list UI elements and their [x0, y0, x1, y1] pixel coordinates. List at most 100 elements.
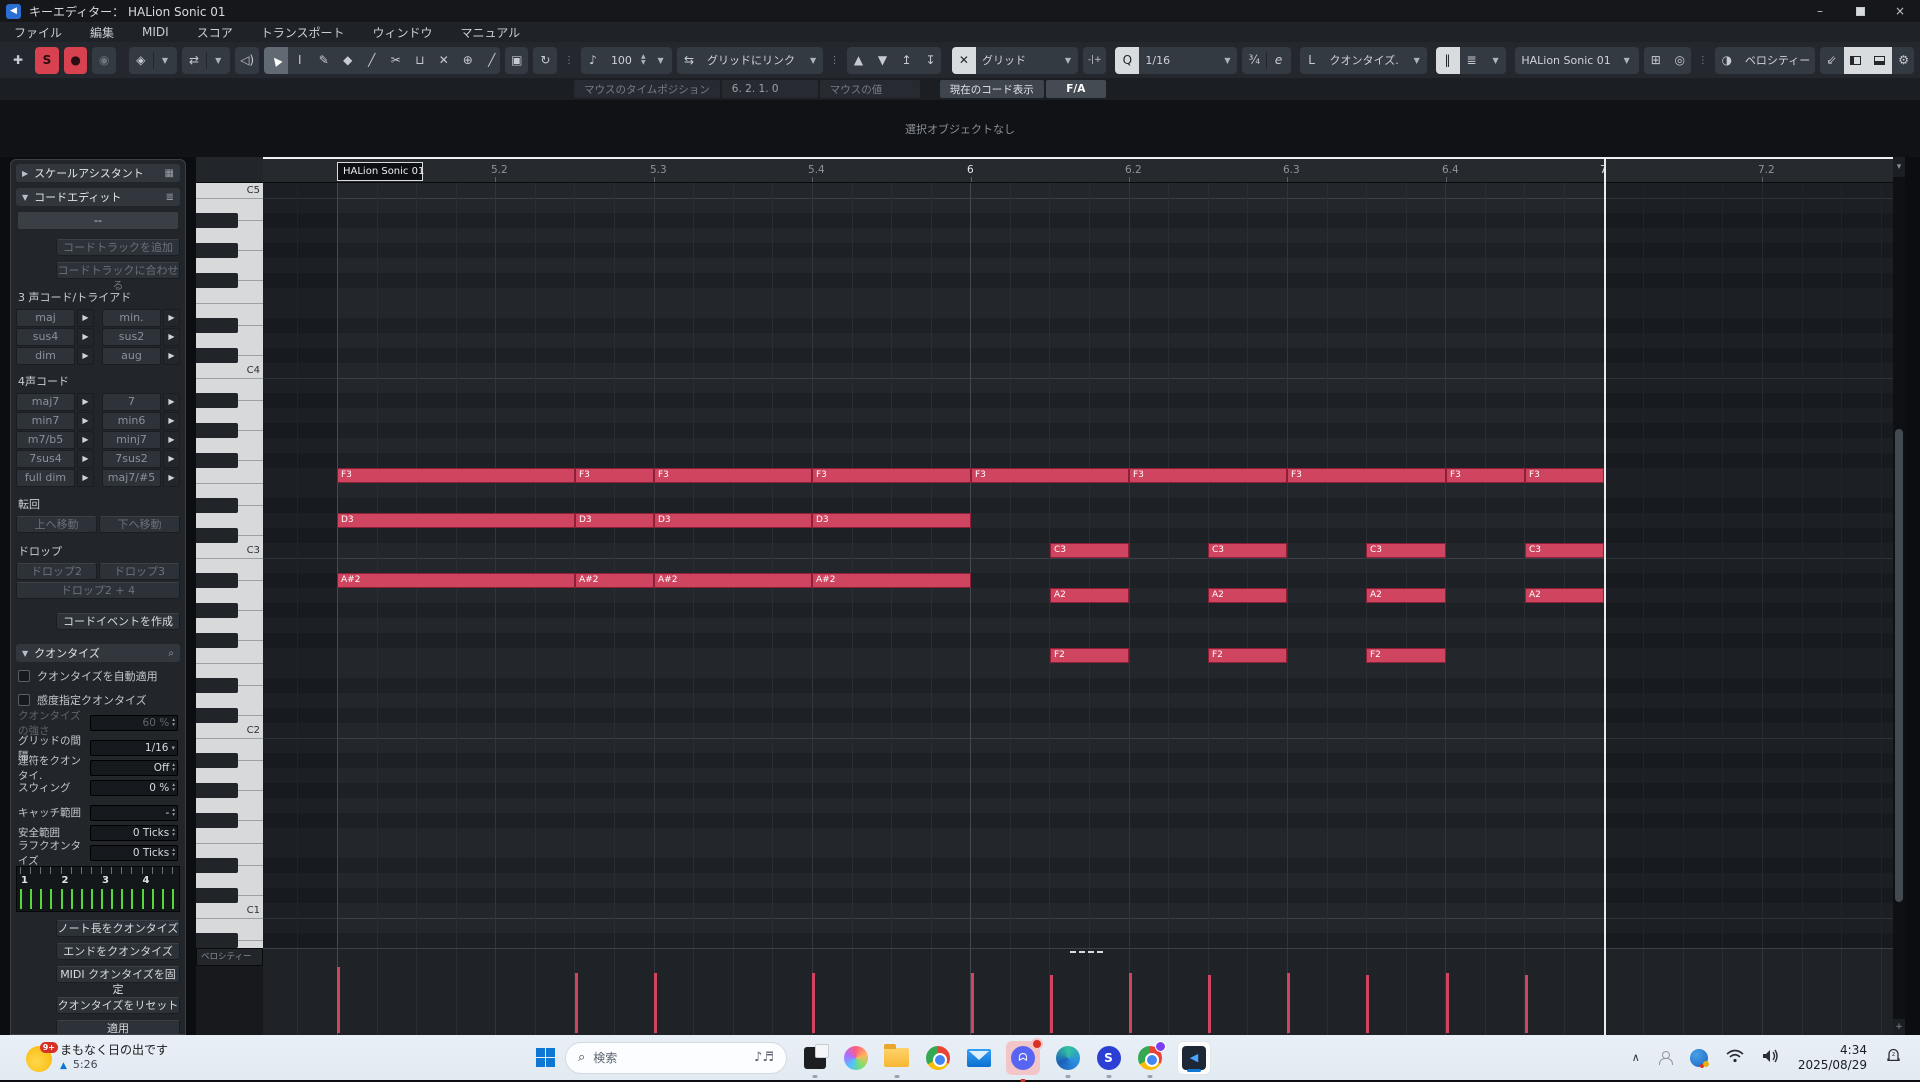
- scrollbar-thumb[interactable]: [1895, 429, 1903, 902]
- mail-icon[interactable]: [965, 1044, 992, 1071]
- midi-note[interactable]: F3: [575, 468, 654, 483]
- midi-note[interactable]: A#2: [812, 573, 971, 588]
- tetrad-min6[interactable]: min6: [102, 412, 161, 430]
- section-quantize[interactable]: ▼ クオンタイズ ⌕: [16, 644, 180, 662]
- iterative-quantize-checkbox[interactable]: 感度指定クオンタイズ: [18, 692, 178, 708]
- tetrad-maj7#5[interactable]: maj7/#5: [102, 469, 161, 487]
- triad-sus4[interactable]: sus4: [16, 328, 75, 346]
- black-key[interactable]: [196, 603, 238, 618]
- autoscroll-caret[interactable]: ▼: [206, 47, 230, 74]
- black-key[interactable]: [196, 888, 238, 903]
- accessibility-icon[interactable]: [1658, 1051, 1672, 1065]
- left-zone-toggle-icon[interactable]: [1844, 47, 1868, 74]
- link-grid-label[interactable]: グリッドにリンク: [701, 52, 801, 68]
- setup-toolbar-gear-icon[interactable]: ⚙: [1892, 47, 1914, 74]
- quantize-action-button[interactable]: MIDI クオンタイズを固定: [56, 966, 180, 983]
- loop-icon[interactable]: ↻: [533, 47, 557, 74]
- tool-line-icon[interactable]: ╱: [480, 47, 500, 74]
- note-grid[interactable]: F3F3F3F3F3F3F3F3F3D3D3D3D3C3C3C3C3A#2A#2…: [263, 183, 1893, 948]
- clock[interactable]: 4:34 2025/08/29: [1798, 1043, 1867, 1073]
- midi-note[interactable]: F3: [654, 468, 812, 483]
- play-chord-icon[interactable]: ▶: [163, 328, 180, 346]
- quantize-row-value[interactable]: 0 Ticks▴▾: [90, 825, 178, 841]
- velocity-bar[interactable]: [971, 973, 974, 1033]
- midi-din-icon[interactable]: ◎: [1668, 47, 1691, 74]
- quantize-row-value[interactable]: Off▴▾: [90, 760, 178, 776]
- midi-note[interactable]: C3: [1050, 543, 1129, 558]
- midi-note[interactable]: F3: [971, 468, 1129, 483]
- record-in-editor-button[interactable]: ●: [64, 47, 88, 74]
- lane-handle-dashes[interactable]: [1079, 951, 1085, 953]
- play-chord-icon[interactable]: ▶: [163, 469, 180, 487]
- chrome-icon[interactable]: [924, 1044, 951, 1071]
- move-up-icon[interactable]: ↥: [895, 47, 919, 74]
- black-key[interactable]: [196, 933, 238, 948]
- midi-note[interactable]: F3: [337, 468, 575, 483]
- tetrad-7sus4[interactable]: 7sus4: [16, 450, 75, 468]
- iterative-quantize-icon[interactable]: e: [1267, 47, 1291, 74]
- midi-note[interactable]: C3: [1208, 543, 1287, 558]
- tetrad-fulldim[interactable]: full dim: [16, 469, 75, 487]
- play-chord-icon[interactable]: ▶: [163, 412, 180, 430]
- velocity-bar[interactable]: [337, 967, 340, 1033]
- solo-editor-button[interactable]: S: [35, 47, 59, 74]
- edge-icon[interactable]: [1054, 1044, 1081, 1071]
- hidden-icons-chevron[interactable]: ∧: [1632, 1051, 1640, 1064]
- midi-input-icon[interactable]: ≣: [1460, 47, 1484, 74]
- menu-item-4[interactable]: トランスポート: [261, 24, 345, 41]
- scroll-preset-button[interactable]: ▾: [1893, 157, 1905, 177]
- black-key[interactable]: [196, 243, 238, 258]
- task-view-icon[interactable]: [801, 1044, 828, 1071]
- play-chord-icon[interactable]: ▶: [163, 431, 180, 449]
- black-key[interactable]: [196, 423, 238, 438]
- part-name-tag[interactable]: HALion Sonic 01: [337, 162, 423, 181]
- insert-velocity-value[interactable]: 100: [605, 54, 638, 67]
- match-chord-track-button[interactable]: コードトラックに合わせる: [56, 262, 180, 279]
- quantize-row-value[interactable]: 1/16▾: [90, 740, 178, 756]
- velocity-bar[interactable]: [575, 973, 578, 1033]
- tetrad-m7b5[interactable]: m7/b5: [16, 431, 75, 449]
- midi-note[interactable]: C3: [1525, 543, 1604, 558]
- tool-zoom-icon[interactable]: ⊕: [456, 47, 480, 74]
- triad-dim[interactable]: dim: [16, 347, 75, 365]
- tetrad-minj7[interactable]: minj7: [102, 431, 161, 449]
- midi-note[interactable]: D3: [337, 513, 575, 528]
- midi-note[interactable]: A#2: [654, 573, 812, 588]
- audition-icon[interactable]: ◁): [235, 47, 259, 74]
- link-grid-caret[interactable]: ▼: [801, 47, 823, 74]
- pin-editor-icon[interactable]: ✚: [6, 47, 30, 74]
- black-key[interactable]: [196, 573, 238, 588]
- open-in-lower-zone-icon[interactable]: ⇙: [1820, 47, 1844, 74]
- triad-aug[interactable]: aug: [102, 347, 161, 365]
- length-quantize-select[interactable]: クオンタイズ.: [1324, 52, 1405, 68]
- midi-note[interactable]: F3: [1446, 468, 1525, 483]
- add-chord-track-button[interactable]: コードトラックを追加: [56, 239, 180, 256]
- vertical-scrollbar[interactable]: ▾ +: [1893, 157, 1905, 1035]
- drop-button[interactable]: ドロップ3: [99, 563, 180, 580]
- velocity-bar[interactable]: [654, 973, 657, 1033]
- minimize-button[interactable]: –: [1800, 0, 1840, 22]
- zoom-in-button[interactable]: +: [1893, 1019, 1905, 1035]
- play-chord-icon[interactable]: ▶: [163, 450, 180, 468]
- tool-draw-icon[interactable]: ✎: [312, 47, 336, 74]
- black-key[interactable]: [196, 348, 238, 363]
- tool-range-selection-icon[interactable]: I: [288, 47, 312, 74]
- menu-item-5[interactable]: ウィンドウ: [372, 24, 432, 41]
- black-key[interactable]: [196, 783, 238, 798]
- nudge-down-icon[interactable]: ▼: [871, 47, 895, 74]
- inversion-button[interactable]: 上へ移動: [16, 516, 97, 533]
- quantize-action-button[interactable]: ノート長をクオンタイズ: [56, 920, 180, 937]
- tetrad-7[interactable]: 7: [102, 393, 161, 411]
- quantize-action-button[interactable]: エンドをクオンタイズ: [56, 943, 180, 960]
- tool-mute-icon[interactable]: ✕: [432, 47, 456, 74]
- step-input-caret[interactable]: ▼: [1484, 47, 1507, 74]
- create-chord-event-button[interactable]: コードイベントを作成: [56, 613, 180, 630]
- drop-2-4-button[interactable]: ドロップ2 + 4: [16, 582, 180, 599]
- midi-note[interactable]: C3: [1366, 543, 1446, 558]
- play-chord-icon[interactable]: ▶: [77, 347, 94, 365]
- black-key[interactable]: [196, 708, 238, 723]
- start-button[interactable]: [536, 1048, 555, 1067]
- acoustic-feedback-icon[interactable]: ◉: [92, 47, 116, 74]
- play-chord-icon[interactable]: ▶: [77, 328, 94, 346]
- play-chord-icon[interactable]: ▶: [163, 393, 180, 411]
